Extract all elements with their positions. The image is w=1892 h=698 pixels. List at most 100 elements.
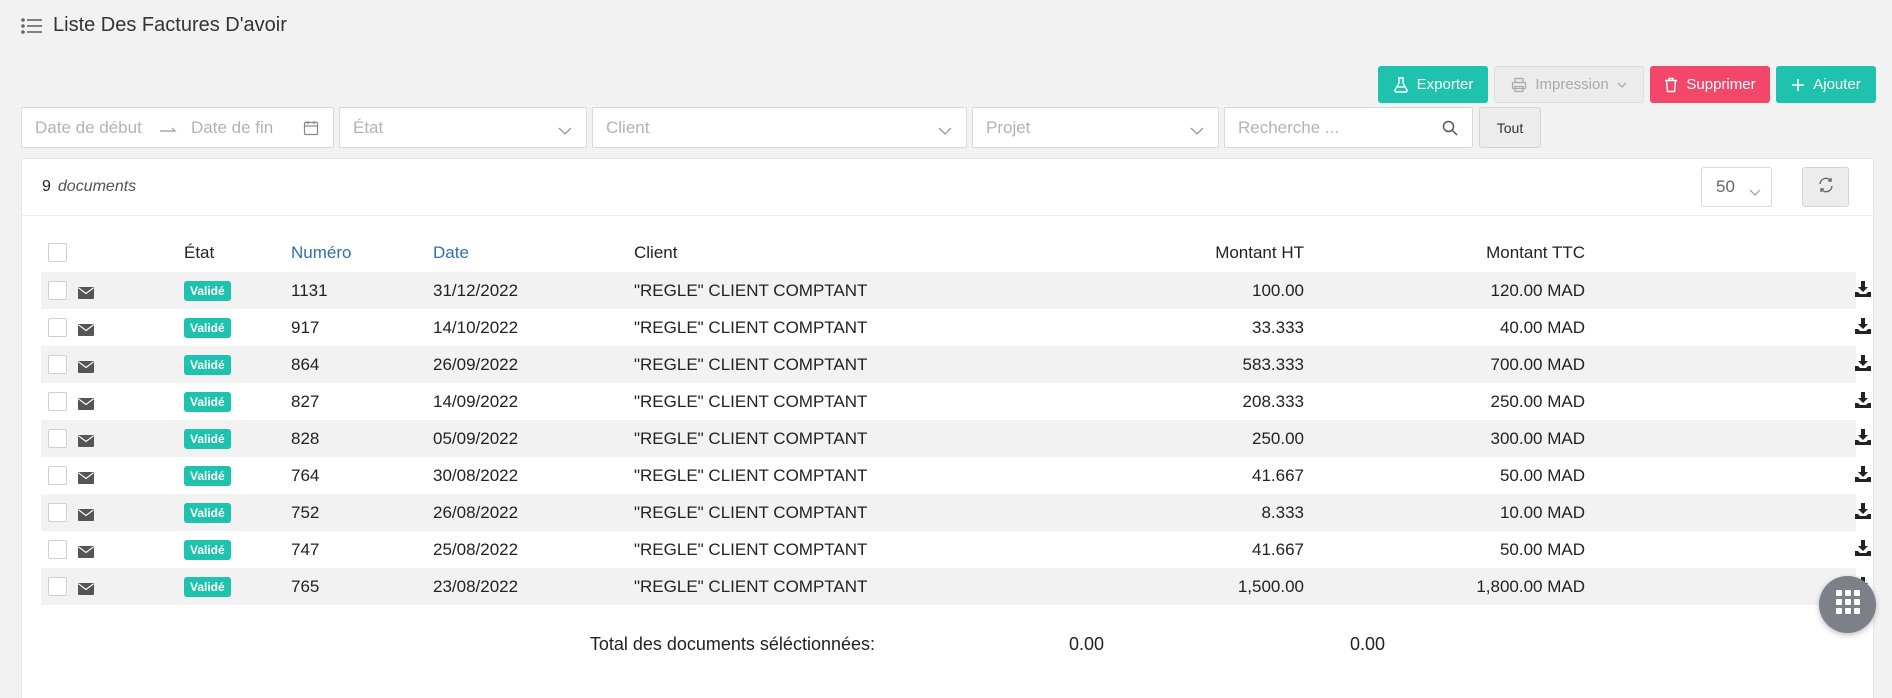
printer-icon bbox=[1511, 77, 1527, 93]
row-amount-ttc: 700.00 MAD bbox=[1490, 354, 1586, 374]
row-date: 23/08/2022 bbox=[433, 576, 519, 596]
row-checkbox[interactable] bbox=[48, 503, 67, 522]
row-client: "REGLE" CLIENT COMPTANT bbox=[634, 465, 868, 485]
list-icon[interactable] bbox=[21, 17, 43, 35]
download-icon[interactable] bbox=[1854, 465, 1872, 488]
select-all-checkbox[interactable] bbox=[48, 243, 67, 262]
download-icon[interactable] bbox=[1854, 317, 1872, 340]
row-checkbox[interactable] bbox=[48, 281, 67, 300]
row-date: 14/10/2022 bbox=[433, 317, 519, 337]
table-row[interactable]: Validé 752 26/08/2022 "REGLE" CLIENT COMPTA… bbox=[41, 494, 1871, 531]
table-row[interactable]: Validé 827 14/09/2022 "REGLE" CLIENT COMPTA… bbox=[41, 383, 1871, 420]
row-number: 752 bbox=[291, 502, 320, 522]
envelope-icon[interactable] bbox=[78, 395, 94, 415]
table-row[interactable]: Validé 828 05/09/2022 "REGLE" CLIENT COMPTA… bbox=[41, 420, 1871, 457]
chevron-down-icon bbox=[1190, 121, 1204, 141]
row-date: 14/09/2022 bbox=[433, 391, 519, 411]
refresh-button[interactable] bbox=[1802, 167, 1849, 207]
download-icon[interactable] bbox=[1854, 502, 1872, 525]
row-amount-ht: 100.00 bbox=[1252, 280, 1304, 300]
download-icon[interactable] bbox=[1854, 428, 1872, 451]
envelope-icon[interactable] bbox=[78, 506, 94, 526]
search-input[interactable]: Recherche ... bbox=[1224, 107, 1473, 148]
row-checkbox[interactable] bbox=[48, 392, 67, 411]
column-date[interactable]: Date bbox=[433, 243, 469, 263]
row-amount-ht: 1,500.00 bbox=[1237, 576, 1304, 596]
apps-fab-button[interactable] bbox=[1819, 576, 1876, 633]
envelope-icon[interactable] bbox=[78, 543, 94, 563]
state-select[interactable]: État bbox=[339, 107, 587, 148]
table-row[interactable]: Validé 917 14/10/2022 "REGLE" CLIENT COMPTA… bbox=[41, 309, 1871, 346]
table-row[interactable]: Validé 1131 31/12/2022 "REGLE" CLIENT COMPT… bbox=[41, 272, 1871, 309]
table-row[interactable]: Validé 764 30/08/2022 "REGLE" CLIENT COMPTA… bbox=[41, 457, 1871, 494]
envelope-icon[interactable] bbox=[78, 580, 94, 600]
row-client: "REGLE" CLIENT COMPTANT bbox=[634, 391, 868, 411]
project-select[interactable]: Projet bbox=[972, 107, 1219, 148]
row-amount-ttc: 10.00 MAD bbox=[1499, 502, 1585, 522]
download-icon[interactable] bbox=[1854, 391, 1872, 414]
client-select[interactable]: Client bbox=[592, 107, 967, 148]
envelope-icon[interactable] bbox=[78, 284, 94, 304]
all-button[interactable]: Tout bbox=[1479, 107, 1541, 148]
date-range-picker[interactable]: Date de début Date de fin bbox=[21, 107, 334, 148]
row-checkbox[interactable] bbox=[48, 540, 67, 559]
row-date: 26/09/2022 bbox=[433, 354, 519, 374]
toolbar: Exporter Impression Supprimer Ajouter bbox=[1378, 66, 1876, 103]
row-checkbox[interactable] bbox=[48, 429, 67, 448]
row-date: 31/12/2022 bbox=[433, 280, 519, 300]
row-client: "REGLE" CLIENT COMPTANT bbox=[634, 428, 868, 448]
status-badge: Validé bbox=[184, 576, 231, 597]
column-number[interactable]: Numéro bbox=[291, 243, 351, 263]
status-badge: Validé bbox=[184, 317, 231, 338]
row-checkbox[interactable] bbox=[48, 577, 67, 596]
table-header: État Numéro Date Client Montant HT Monta… bbox=[41, 234, 1856, 272]
status-badge: Validé bbox=[184, 280, 231, 301]
envelope-icon[interactable] bbox=[78, 321, 94, 341]
date-start-input[interactable]: Date de début bbox=[35, 118, 155, 138]
row-date: 30/08/2022 bbox=[433, 465, 519, 485]
row-number: 864 bbox=[291, 354, 320, 374]
print-button[interactable]: Impression bbox=[1494, 66, 1644, 103]
client-placeholder: Client bbox=[606, 117, 650, 137]
envelope-icon[interactable] bbox=[78, 432, 94, 452]
documents-card: 9 documents 50 État Numéro Date Client M… bbox=[21, 158, 1874, 698]
row-client: "REGLE" CLIENT COMPTANT bbox=[634, 317, 868, 337]
add-button[interactable]: Ajouter bbox=[1776, 66, 1876, 103]
totals-row: Total des documents séléctionnées: 0.00 … bbox=[22, 634, 1873, 664]
column-client: Client bbox=[634, 243, 678, 262]
trash-icon bbox=[1664, 77, 1678, 93]
table-row[interactable]: Validé 747 25/08/2022 "REGLE" CLIENT COMPTA… bbox=[41, 531, 1871, 568]
search-icon[interactable] bbox=[1442, 120, 1458, 141]
row-checkbox[interactable] bbox=[48, 355, 67, 374]
table-row[interactable]: Validé 864 26/09/2022 "REGLE" CLIENT COMPTA… bbox=[41, 346, 1871, 383]
search-placeholder: Recherche ... bbox=[1238, 117, 1340, 137]
envelope-icon[interactable] bbox=[78, 358, 94, 378]
row-date: 25/08/2022 bbox=[433, 539, 519, 559]
add-label: Ajouter bbox=[1813, 76, 1861, 93]
column-state: État bbox=[184, 243, 215, 262]
envelope-icon[interactable] bbox=[78, 469, 94, 489]
page-size-select[interactable]: 50 bbox=[1701, 167, 1772, 207]
table-row[interactable]: Validé 765 23/08/2022 "REGLE" CLIENT COMPTA… bbox=[41, 568, 1871, 605]
row-number: 747 bbox=[291, 539, 320, 559]
date-end-input[interactable]: Date de fin bbox=[191, 118, 306, 138]
row-amount-ht: 33.333 bbox=[1252, 317, 1304, 337]
documents-table: État Numéro Date Client Montant HT Monta… bbox=[41, 234, 1871, 605]
row-number: 764 bbox=[291, 465, 320, 485]
calendar-icon bbox=[303, 120, 319, 141]
row-amount-ht: 208.333 bbox=[1242, 391, 1304, 411]
grid-icon bbox=[1835, 589, 1861, 620]
row-checkbox[interactable] bbox=[48, 318, 67, 337]
row-amount-ttc: 300.00 MAD bbox=[1490, 428, 1586, 448]
download-icon[interactable] bbox=[1854, 539, 1872, 562]
download-icon[interactable] bbox=[1854, 354, 1872, 377]
row-checkbox[interactable] bbox=[48, 466, 67, 485]
delete-button[interactable]: Supprimer bbox=[1650, 66, 1770, 103]
row-amount-ttc: 40.00 MAD bbox=[1499, 317, 1585, 337]
arrow-right-icon bbox=[159, 120, 189, 136]
row-date: 05/09/2022 bbox=[433, 428, 519, 448]
export-button[interactable]: Exporter bbox=[1378, 66, 1488, 103]
download-icon[interactable] bbox=[1854, 280, 1872, 303]
row-number: 765 bbox=[291, 576, 320, 596]
row-amount-ht: 41.667 bbox=[1252, 465, 1304, 485]
